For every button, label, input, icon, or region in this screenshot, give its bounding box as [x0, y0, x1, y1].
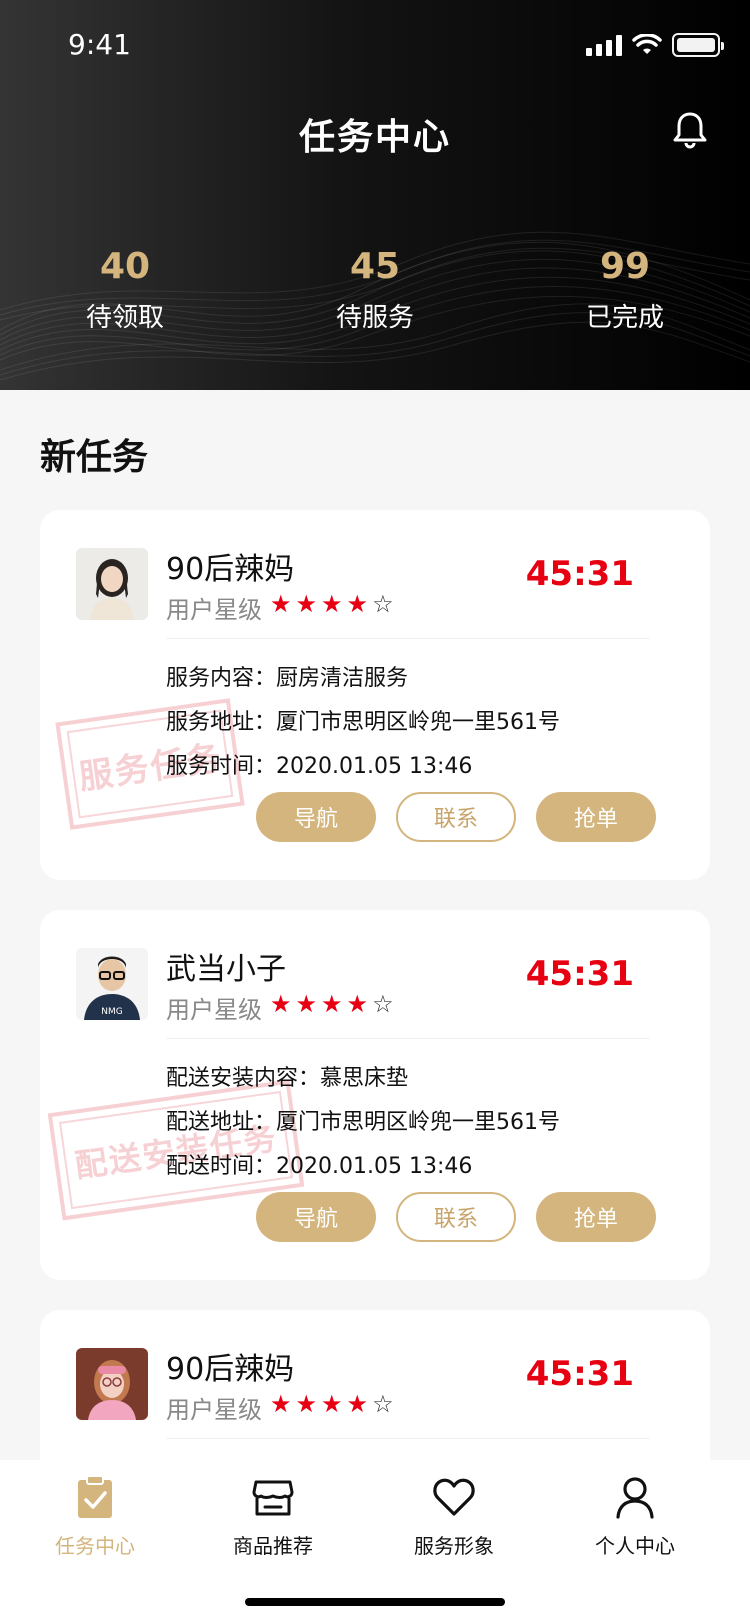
- task-card[interactable]: 服务任务 90后辣妈 用户星级 ★ ★ ★ ★ ☆ 45:31 服务内容：厨房清洁服务 …: [40, 510, 710, 880]
- tab-task-center[interactable]: 任务中心: [20, 1474, 170, 1559]
- star-filled-icon: ★: [321, 590, 343, 618]
- star-filled-icon: ★: [270, 990, 292, 1018]
- rating-label: 用户星级: [166, 596, 262, 624]
- page-title: 任务中心: [298, 117, 451, 158]
- cellular-signal-icon: [586, 34, 622, 56]
- tab-service-image[interactable]: 服务形象: [379, 1474, 529, 1559]
- stat-pending-service[interactable]: 45 待服务: [250, 245, 500, 334]
- divider: [166, 638, 650, 639]
- home-indicator: [245, 1598, 505, 1606]
- tab-label: 个人中心: [595, 1534, 675, 1558]
- grab-order-button[interactable]: 抢单: [536, 1192, 656, 1242]
- stat-label: 待服务: [335, 303, 414, 333]
- info-row-content: 配送安装内容：慕思床垫: [166, 1066, 409, 1091]
- star-filled-icon: ★: [270, 1390, 292, 1418]
- stat-pending-claim[interactable]: 40 待领取: [0, 245, 250, 334]
- svg-text:NMG: NMG: [101, 1007, 122, 1017]
- stat-label: 待领取: [85, 303, 164, 333]
- grab-order-button[interactable]: 抢单: [536, 792, 656, 842]
- user-icon: [616, 1477, 654, 1519]
- info-row-content: 服务内容：厨房清洁服务: [166, 666, 409, 691]
- task-card[interactable]: 配送安装任务 NMG 武当小子 用户星级 ★ ★ ★ ★ ☆ 45:31 配送安装内容：…: [40, 910, 710, 1280]
- divider: [166, 1038, 650, 1039]
- avatar: NMG: [76, 948, 148, 1020]
- info-row-address: 配送地址：厦门市思明区岭兜一里561号: [166, 1110, 561, 1135]
- countdown-timer: 45:31: [525, 554, 634, 594]
- star-filled-icon: ★: [346, 1390, 369, 1418]
- star-filled-icon: ★: [295, 590, 318, 618]
- status-time: 9:41: [68, 28, 131, 61]
- tab-product-recommend[interactable]: 商品推荐: [198, 1474, 348, 1559]
- countdown-timer: 45:31: [525, 1354, 634, 1394]
- star-filled-icon: ★: [346, 590, 369, 618]
- wifi-icon: [632, 34, 662, 54]
- divider: [166, 1438, 650, 1439]
- star-filled-icon: ★: [295, 1390, 318, 1418]
- stat-value: 45: [349, 246, 401, 287]
- star-filled-icon: ★: [346, 990, 369, 1018]
- contact-button[interactable]: 联系: [396, 1192, 516, 1242]
- clipboard-check-icon: [78, 1475, 112, 1518]
- avatar: [76, 1348, 148, 1420]
- rating-label: 用户星级: [166, 996, 262, 1024]
- stat-value: 99: [599, 246, 651, 287]
- navigate-button[interactable]: 导航: [256, 1192, 376, 1242]
- star-rating: ★ ★ ★ ★ ☆: [270, 1390, 394, 1418]
- user-name: 武当小子: [166, 952, 286, 987]
- bell-icon[interactable]: [672, 110, 708, 150]
- stats-row: 40 待领取 45 待服务 99 已完成: [0, 245, 750, 334]
- heart-icon: [433, 1478, 475, 1516]
- tab-personal-center[interactable]: 个人中心: [560, 1474, 710, 1559]
- countdown-timer: 45:31: [525, 954, 634, 994]
- rating-label: 用户星级: [166, 1396, 262, 1424]
- info-row-address: 服务地址：厦门市思明区岭兜一里561号: [166, 710, 561, 735]
- info-row-time: 服务时间：2020.01.05 13:46: [166, 754, 473, 779]
- stat-value: 40: [99, 246, 151, 287]
- avatar: [76, 548, 148, 620]
- star-filled-icon: ★: [295, 990, 318, 1018]
- user-name: 90后辣妈: [166, 552, 295, 587]
- star-filled-icon: ★: [321, 1390, 343, 1418]
- user-name: 90后辣妈: [166, 1352, 295, 1387]
- tab-label: 任务中心: [55, 1534, 135, 1558]
- star-empty-icon: ☆: [372, 1390, 394, 1418]
- navigate-button[interactable]: 导航: [256, 792, 376, 842]
- star-empty-icon: ☆: [372, 990, 394, 1018]
- tab-label: 商品推荐: [233, 1534, 313, 1558]
- stat-completed[interactable]: 99 已完成: [500, 245, 750, 334]
- tab-label: 服务形象: [414, 1534, 494, 1558]
- star-empty-icon: ☆: [372, 590, 394, 618]
- star-rating: ★ ★ ★ ★ ☆: [270, 990, 394, 1018]
- info-row-time: 配送时间：2020.01.05 13:46: [166, 1154, 473, 1179]
- section-title: 新任务: [40, 437, 149, 478]
- star-filled-icon: ★: [270, 590, 292, 618]
- store-icon: [252, 1480, 294, 1516]
- star-filled-icon: ★: [321, 990, 343, 1018]
- contact-button[interactable]: 联系: [396, 792, 516, 842]
- star-rating: ★ ★ ★ ★ ☆: [270, 590, 394, 618]
- header-banner: 9:41 任务中心 40 待领取 45 待服务 99 已完成: [0, 0, 750, 390]
- stat-label: 已完成: [585, 303, 664, 333]
- battery-icon: [672, 33, 724, 57]
- status-bar: 9:41: [0, 0, 750, 90]
